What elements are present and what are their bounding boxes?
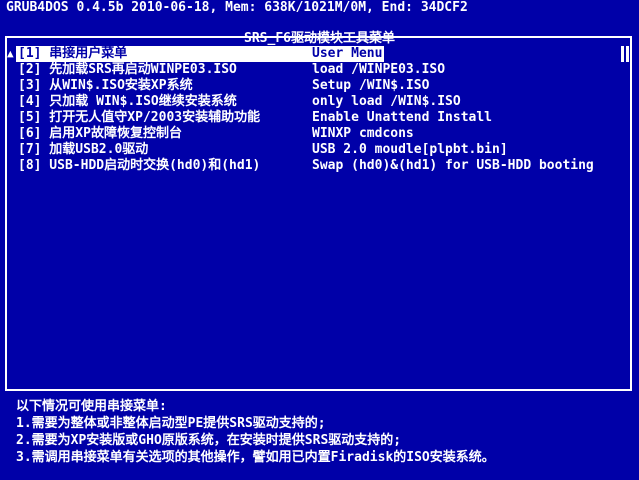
menu-item-label: [5] 打开无人值守XP/2003安装辅助功能 xyxy=(18,110,261,125)
menu-item-description: load /WINPE03.ISO xyxy=(312,62,446,77)
boot-menu-list: [1] 串接用户菜单 User Menu [2] 先加载SRS再启动WINPE0… xyxy=(16,46,616,174)
menu-item-description: Swap (hd0)&(hd1) for USB-HDD booting xyxy=(312,158,594,173)
menu-item-description: WINXP cmdcons xyxy=(312,126,414,141)
menu-item-description: Enable Unattend Install xyxy=(312,110,493,125)
menu-item-label: [8] USB-HDD启动时交换(hd0)和(hd1) xyxy=(18,158,261,173)
menu-title: SRS_F6驱动模块工具菜单 xyxy=(244,31,395,46)
menu-item-label: [6] 启用XP故障恢复控制台 xyxy=(18,126,182,141)
menu-item-label: [7] 加载USB2.0驱动 xyxy=(18,142,149,157)
help-note-heading: 以下情况可使用串接菜单: xyxy=(16,399,167,414)
menu-item-label: [4] 只加载 WIN$.ISO继续安装系统 xyxy=(18,94,237,109)
help-note-line: 2.需要为XP安装版或GHO原版系统，在安装时提供SRS驱动支持的; xyxy=(16,433,402,448)
menu-item-label: [2] 先加载SRS再启动WINPE03.ISO xyxy=(18,62,237,77)
menu-item-label: [1] 串接用户菜单 xyxy=(18,46,128,61)
help-note-line: 1.需要为整体或非整体启动型PE提供SRS驱动支持的; xyxy=(16,416,326,431)
menu-item-user-menu[interactable]: [1] 串接用户菜单 User Menu xyxy=(16,46,384,62)
menu-item-swap-hd0-hd1[interactable]: [8] USB-HDD启动时交换(hd0)和(hd1) Swap (hd0)&(… xyxy=(16,158,616,174)
menu-item-unattend-install[interactable]: [5] 打开无人值守XP/2003安装辅助功能 Enable Unattend … xyxy=(16,110,616,126)
help-note-line: 3.需调用串接菜单有关选项的其他操作，譬如用已内置Firadisk的ISO安装系… xyxy=(16,450,495,465)
scrollbar-thumb-right xyxy=(626,46,629,62)
menu-item-description: User Menu xyxy=(312,46,383,61)
menu-item-label: [3] 从WIN$.ISO安装XP系统 xyxy=(18,78,193,93)
menu-item-only-load-win[interactable]: [4] 只加载 WIN$.ISO继续安装系统 only load /WIN$.I… xyxy=(16,94,616,110)
scrollbar-thumb-left xyxy=(621,46,624,62)
scrollbar[interactable] xyxy=(621,46,629,62)
menu-item-description: USB 2.0 moudle[plpbt.bin] xyxy=(312,142,508,157)
status-bar: GRUB4DOS 0.4.5b 2010-06-18, Mem: 638K/10… xyxy=(6,0,468,15)
menu-item-xp-cmdcons[interactable]: [6] 启用XP故障恢复控制台 WINXP cmdcons xyxy=(16,126,616,142)
menu-item-description: only load /WIN$.ISO xyxy=(312,94,461,109)
menu-item-setup-xp[interactable]: [3] 从WIN$.ISO安装XP系统 Setup /WIN$.ISO xyxy=(16,78,616,94)
menu-item-usb2-driver[interactable]: [7] 加载USB2.0驱动 USB 2.0 moudle[plpbt.bin] xyxy=(16,142,616,158)
menu-item-load-winpe03[interactable]: [2] 先加载SRS再启动WINPE03.ISO load /WINPE03.I… xyxy=(16,62,616,78)
scroll-up-icon: ▲ xyxy=(7,47,14,60)
help-notes: 以下情况可使用串接菜单: 1.需要为整体或非整体启动型PE提供SRS驱动支持的;… xyxy=(16,398,631,466)
menu-item-description: Setup /WIN$.ISO xyxy=(312,78,430,93)
